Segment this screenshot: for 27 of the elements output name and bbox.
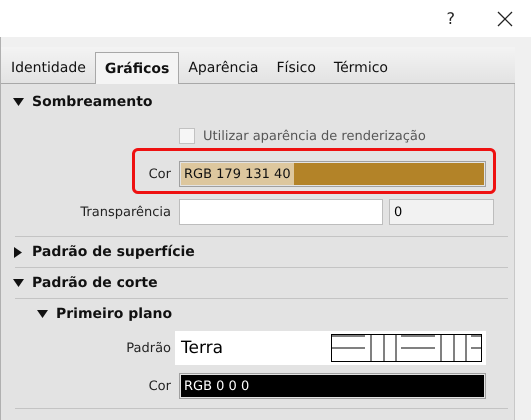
field-label: Cor: [148, 378, 172, 394]
tab[interactable]: Térmico: [324, 54, 397, 83]
triangle-down-icon[interactable]: [37, 308, 48, 320]
section-header[interactable]: Primeiro plano: [56, 306, 172, 322]
tab[interactable]: Aparência: [179, 54, 268, 83]
triangle-right-icon[interactable]: [13, 246, 24, 258]
tab[interactable]: Físico: [268, 54, 325, 83]
hatch-pattern-icon: [331, 334, 482, 362]
field-label: Padrão: [125, 340, 172, 356]
tab[interactable]: Identidade: [2, 54, 95, 83]
section-header[interactable]: Padrão de corte: [32, 275, 158, 291]
color-swatch[interactable]: RGB 0 0 0: [179, 373, 486, 399]
field-label: Cor: [148, 166, 172, 182]
triangle-down-icon[interactable]: [13, 278, 24, 288]
field-label: Transparência: [79, 204, 172, 220]
section-header[interactable]: Padrão de superfície: [32, 244, 195, 260]
help-button[interactable]: ?: [442, 9, 459, 28]
checkbox-label: Utilizar aparência de renderização: [203, 128, 426, 144]
slider-field[interactable]: [179, 199, 383, 225]
section-header[interactable]: Sombreamento: [32, 94, 153, 110]
checkbox[interactable]: [179, 128, 195, 144]
pattern-dropdown[interactable]: Terra: [175, 331, 486, 365]
close-icon[interactable]: [497, 10, 513, 26]
color-swatch[interactable]: RGB 179 131 40: [179, 161, 486, 187]
tab[interactable]: Gráficos: [94, 52, 180, 84]
value-field[interactable]: 0: [389, 199, 494, 225]
triangle-down-icon[interactable]: [13, 96, 24, 108]
